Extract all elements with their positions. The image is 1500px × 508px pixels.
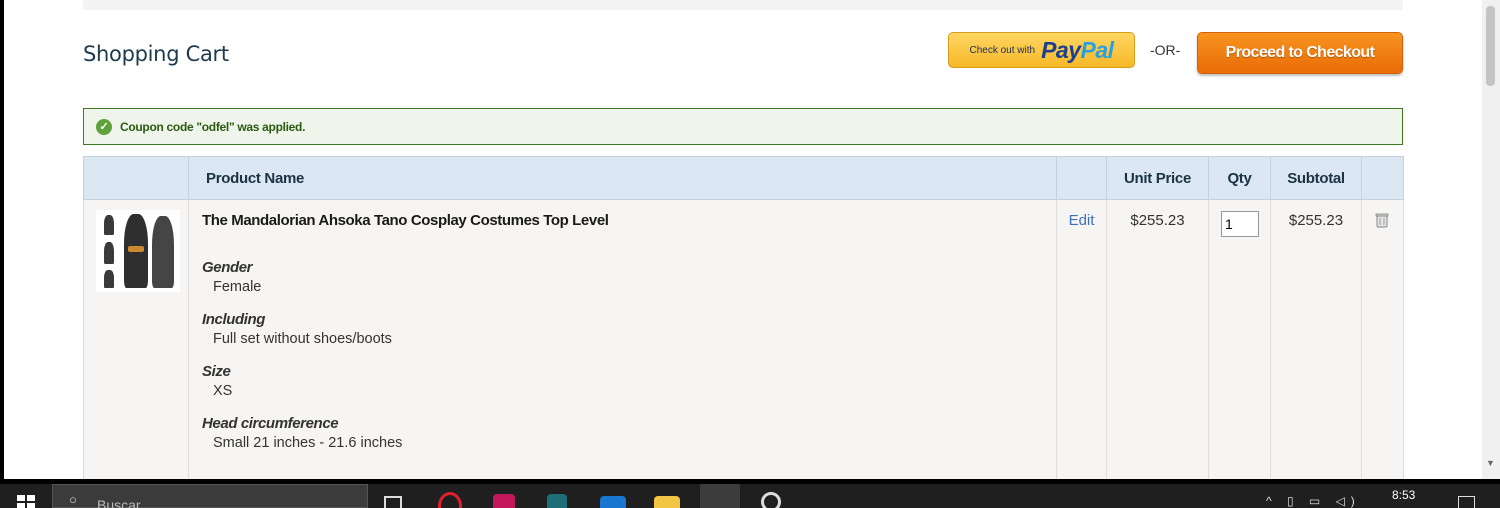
paypal-logo-pal: Pal [1080,36,1115,63]
product-name[interactable]: The Mandalorian Ahsoka Tano Cosplay Cost… [190,212,1055,229]
league-of-legends-icon[interactable] [547,494,567,508]
notification-center-icon[interactable] [1458,496,1475,508]
subtotal: $255.23 [1288,212,1344,229]
header-edit [1056,156,1107,200]
unit-price-cell: $255.23 [1106,199,1209,479]
or-separator: -OR- [1150,42,1181,58]
header-image [83,156,189,200]
taskbar-search-box[interactable]: ○ Buscar [52,484,368,508]
taskbar-clock[interactable]: 8:53 [1392,488,1415,502]
windows-taskbar: ○ Buscar ^ ▯ ▭ ◁) 8:53 [0,484,1500,508]
opera-icon[interactable] [438,492,462,508]
cart-table: Product Name Unit Price Qty Subtotal The… [83,156,1404,479]
paypal-checkout-button[interactable]: Check out with PayPal [948,32,1135,68]
paypal-logo-pay: Pay [1041,36,1081,63]
qty-cell [1208,199,1271,479]
option-value-size: XS [213,383,233,399]
product-thumbnail[interactable] [96,210,180,292]
edit-cell: Edit [1056,199,1107,479]
header-subtotal: Subtotal [1270,156,1362,200]
trash-icon[interactable] [1374,212,1390,228]
cart-item-row: The Mandalorian Ahsoka Tano Cosplay Cost… [83,199,1404,479]
settings-gear-icon[interactable] [761,492,781,508]
cart-header-row: Product Name Unit Price Qty Subtotal [83,156,1404,200]
option-label-size: Size [202,363,231,380]
paypal-logo: PayPal [1041,36,1115,64]
option-value-gender: Female [213,279,262,295]
paypal-small-text: Check out with [969,44,1036,56]
option-label-including: Including [202,311,266,328]
taskbar-search-placeholder: Buscar [97,497,141,508]
qty-input[interactable] [1221,211,1259,237]
app-icon-pink[interactable] [493,494,515,508]
browser-viewport: Shopping Cart Check out with PayPal -OR-… [4,0,1482,479]
coupon-success-notice: ✓ Coupon code "odfel" was applied. [83,108,1403,145]
system-tray-icons[interactable]: ^ ▯ ▭ ◁) [1266,494,1361,508]
edge-icon[interactable] [700,484,740,508]
remove-cell [1361,199,1404,479]
product-details-cell: The Mandalorian Ahsoka Tano Cosplay Cost… [188,199,1057,479]
option-value-head-circumference: Small 21 inches - 21.6 inches [213,435,403,451]
file-explorer-icon[interactable] [654,496,680,508]
task-view-icon[interactable] [384,496,402,508]
option-label-gender: Gender [202,259,253,276]
header-product-name: Product Name [188,156,1057,200]
proceed-to-checkout-button[interactable]: Proceed to Checkout [1197,32,1403,74]
option-label-head-circumference: Head circumference [202,415,339,432]
page-title: Shopping Cart [83,42,229,66]
product-image-cell [83,199,189,479]
notice-message: Coupon code "odfel" was applied. [120,119,306,134]
unit-price: $255.23 [1130,212,1185,229]
mail-icon[interactable] [600,496,626,508]
subtotal-cell: $255.23 [1270,199,1362,479]
scroll-down-arrow-icon[interactable]: ▼ [1486,458,1495,468]
top-band [83,0,1403,10]
vertical-scrollbar[interactable]: ▼ [1482,0,1500,479]
check-circle-icon: ✓ [96,118,112,135]
header-remove [1361,156,1404,200]
header-qty: Qty [1208,156,1271,200]
header-unit-price: Unit Price [1106,156,1209,200]
scrollbar-thumb[interactable] [1486,6,1495,86]
edit-item-link[interactable]: Edit [1058,212,1105,229]
option-value-including: Full set without shoes/boots [213,331,392,347]
windows-start-icon[interactable] [17,495,35,508]
search-icon: ○ [69,492,77,507]
